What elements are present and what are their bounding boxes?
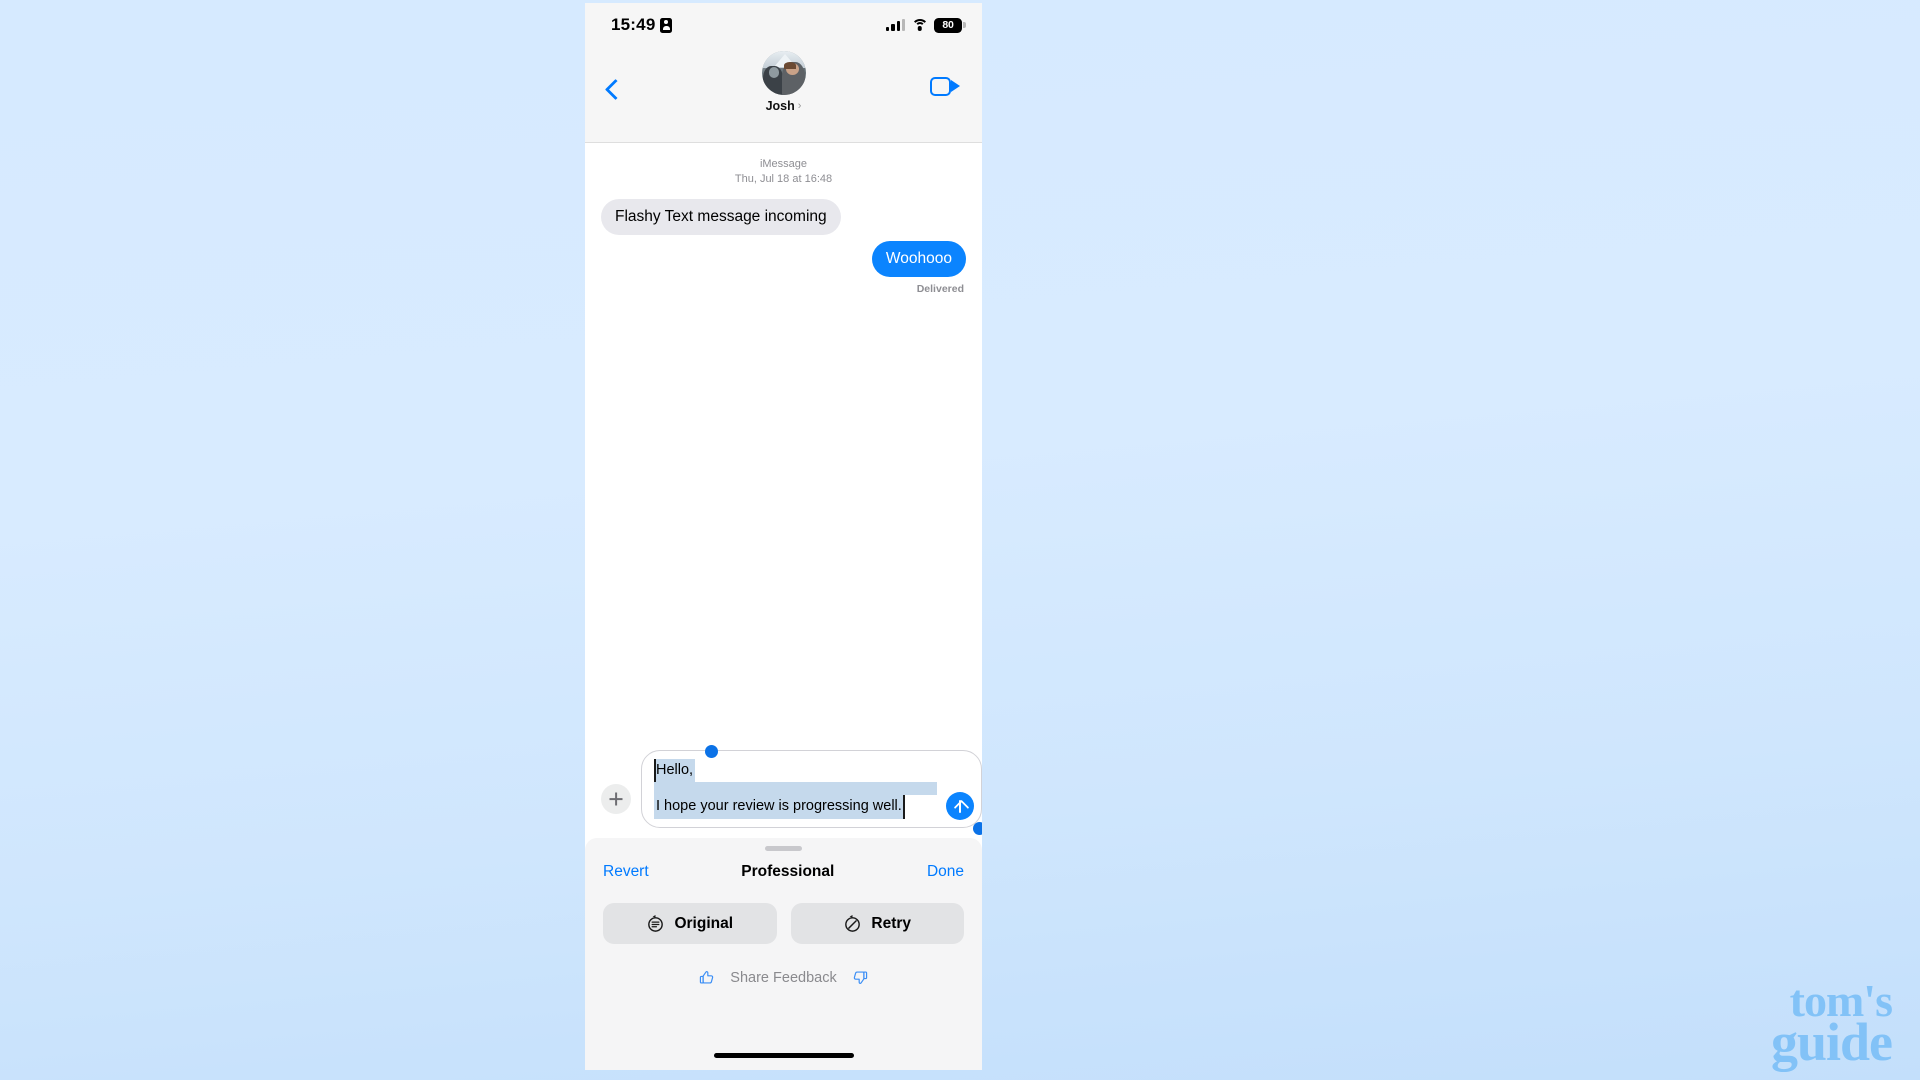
sheet-action-row: Original Retry <box>603 903 964 944</box>
timestamp-label: Thu, Jul 18 at 16:48 <box>734 172 833 185</box>
message-row-outgoing: Woohooo <box>601 241 972 278</box>
selection-caret-end <box>902 795 905 819</box>
conversation-meta: iMessage Thu, Jul 18 at 16:48 <box>601 157 966 187</box>
delivery-status-label: Delivered <box>916 283 964 296</box>
selection-caret-start <box>654 758 656 783</box>
message-bubble-outgoing[interactable]: Woohooo <box>871 241 972 278</box>
original-button-label: Original <box>674 914 734 932</box>
chevron-right-icon: › <box>797 100 802 112</box>
battery-percent-label: 80 <box>942 19 954 31</box>
retry-button-label: Retry <box>871 914 912 932</box>
watermark-line-2: guide <box>1770 1011 1893 1072</box>
sheet-header: Revert Professional Done <box>603 863 964 881</box>
toms-guide-watermark: tom's guide <box>1770 978 1893 1072</box>
message-row-incoming: Flashy Text message incoming <box>596 198 966 236</box>
message-composer: Hello, I hope your review is progressing… <box>585 744 982 838</box>
done-button[interactable]: Done <box>927 863 964 881</box>
draft-line-1: Hello, <box>654 758 696 783</box>
message-input[interactable]: Hello, I hope your review is progressing… <box>641 744 982 835</box>
battery-icon: 80 <box>934 17 966 33</box>
contact-header[interactable]: Josh › <box>761 51 806 113</box>
phone-screenshot: 15:49 80 Josh › iMessage Thu, Jul 18 at … <box>585 3 982 1070</box>
service-label: iMessage <box>759 158 808 170</box>
draft-text-2: I hope your review is progressing well. <box>656 798 902 815</box>
selection-handle-start[interactable] <box>705 744 718 758</box>
status-bar: 15:49 80 <box>585 3 982 47</box>
facetime-video-icon[interactable] <box>930 77 960 97</box>
sheet-title: Professional <box>741 863 835 880</box>
retry-button[interactable]: Retry <box>790 903 964 944</box>
draft-text-1: Hello, <box>656 761 694 778</box>
draft-blank-line <box>654 782 937 796</box>
contact-name-label: Josh <box>765 99 795 113</box>
id-card-icon <box>660 17 673 33</box>
avatar[interactable] <box>761 51 806 95</box>
draft-line-2: I hope your review is progressing well. <box>654 795 905 819</box>
wifi-icon <box>911 19 928 31</box>
status-bar-time-group: 15:49 <box>611 15 673 35</box>
retry-icon <box>843 914 862 933</box>
feedback-row: Share Feedback <box>603 968 964 987</box>
cellular-signal-icon <box>886 19 905 31</box>
conversation-nav-bar: Josh › <box>585 47 982 143</box>
writing-tools-sheet: Revert Professional Done Original Retry … <box>585 838 982 1040</box>
original-text-icon <box>646 914 665 933</box>
back-icon[interactable] <box>600 77 626 103</box>
revert-button[interactable]: Revert <box>603 863 649 881</box>
message-bubble-incoming[interactable]: Flashy Text message incoming <box>596 198 841 236</box>
share-feedback-label[interactable]: Share Feedback <box>730 970 836 986</box>
home-indicator[interactable] <box>713 1052 854 1058</box>
selection-handle-end[interactable] <box>973 822 982 835</box>
clock-label: 15:49 <box>611 15 656 34</box>
contact-name-row[interactable]: Josh › <box>766 99 802 113</box>
status-bar-indicators: 80 <box>886 3 966 47</box>
thumbs-down-icon[interactable] <box>851 968 870 987</box>
sheet-grabber[interactable] <box>765 846 802 851</box>
add-attachment-icon[interactable] <box>601 784 631 814</box>
original-button[interactable]: Original <box>603 903 777 944</box>
home-indicator-area <box>585 1040 982 1070</box>
send-button[interactable] <box>946 792 974 820</box>
message-list[interactable]: iMessage Thu, Jul 18 at 16:48 Flashy Tex… <box>585 143 982 750</box>
thumbs-up-icon[interactable] <box>697 968 716 987</box>
